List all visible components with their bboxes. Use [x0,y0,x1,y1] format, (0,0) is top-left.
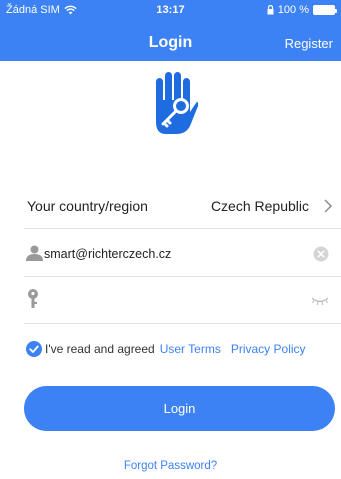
hand-key-icon [156,72,198,134]
status-right-group: 100 % [267,4,337,16]
agreement-text: I've read and agreed [45,342,155,356]
battery-icon [313,5,337,15]
region-label: Your country/region [27,198,148,214]
battery-percent: 100 % [277,4,309,16]
login-button[interactable]: Login [24,386,335,431]
region-value: Czech Republic [210,198,309,214]
status-bar: Žádná SIM 13:17 100 % [0,0,341,22]
chevron-right-icon [324,199,333,213]
key-icon [28,289,38,308]
battery-lock-icon [267,5,274,15]
person-icon [26,245,43,261]
checkbox-checked-icon[interactable] [26,341,42,357]
register-button[interactable]: Register [285,36,333,51]
password-field-row [24,278,341,324]
user-terms-link[interactable]: User Terms [160,342,221,356]
privacy-policy-link[interactable]: Privacy Policy [231,342,306,356]
eye-closed-icon[interactable] [311,295,329,307]
email-field[interactable] [44,243,299,265]
password-field[interactable] [46,290,296,312]
email-field-row [24,231,341,277]
clear-icon[interactable] [313,246,329,262]
login-screen: Žádná SIM 13:17 100 % Login Register You… [0,0,341,479]
agreement-row: I've read and agreed User Terms Privacy … [26,340,306,358]
region-selector[interactable]: Your country/region Czech Republic [24,185,341,229]
header: Žádná SIM 13:17 100 % Login Register [0,0,341,61]
forgot-password-link[interactable]: Forgot Password? [0,460,341,472]
